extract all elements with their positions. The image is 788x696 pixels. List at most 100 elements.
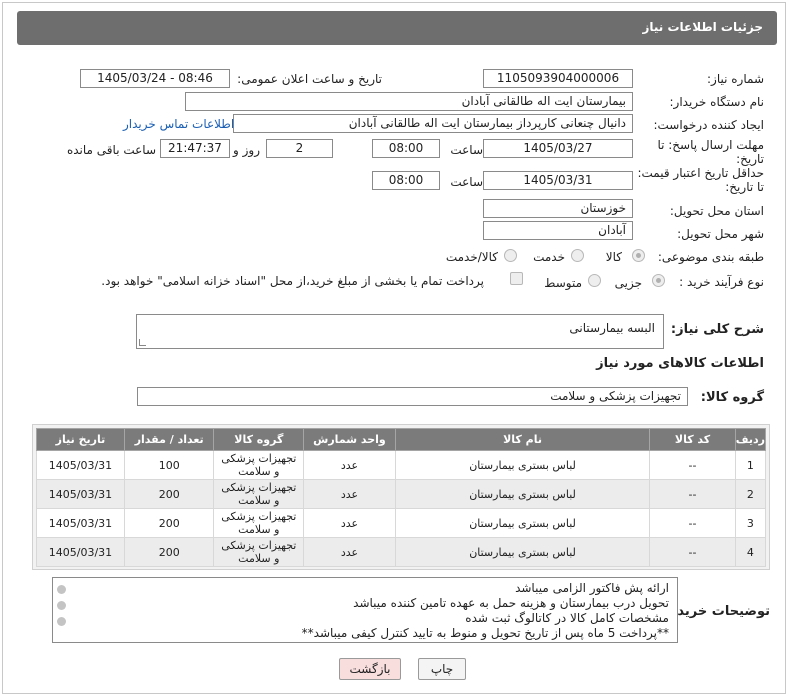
- process-radio-medium[interactable]: [588, 274, 601, 287]
- goods-info-title: اطلاعات کالاهای مورد نیاز: [596, 356, 764, 371]
- cell-goods-group: تجهیزات پزشکی و سلامت: [213, 508, 305, 538]
- deadline-time-label: ساعت: [450, 143, 483, 157]
- category-label: طبقه بندی موضوعی:: [657, 250, 764, 264]
- deadline-date-field[interactable]: 1405/03/27: [483, 139, 633, 158]
- category-radio-service[interactable]: [571, 249, 584, 262]
- city-field[interactable]: آبادان: [483, 221, 633, 240]
- deadline-time-field[interactable]: 08:00: [372, 139, 440, 158]
- category-radio-goods-service[interactable]: [504, 249, 517, 262]
- scroll-dot-icon: [57, 601, 66, 610]
- province-field[interactable]: خوزستان: [483, 199, 633, 218]
- validity-date-field[interactable]: 1405/03/31: [483, 171, 633, 190]
- description-label: شرح کلی نیاز:: [670, 322, 764, 337]
- process-label: نوع فرآیند خرید :: [679, 275, 764, 289]
- process-option-minor: جزیی: [614, 276, 642, 290]
- notes-line: مشخصات کامل کالا در کاتالوگ ثبت شده: [465, 611, 669, 625]
- cell-goods-name: لباس بستری بیمارستان: [394, 508, 651, 538]
- cell-goods-name: لباس بستری بیمارستان: [394, 479, 651, 509]
- col-header-goods-code: کد کالا: [649, 428, 736, 451]
- cell-goods-group: تجهیزات پزشکی و سلامت: [213, 450, 305, 480]
- days-label: روز و: [233, 143, 260, 157]
- print-button[interactable]: چاپ: [418, 658, 466, 680]
- title-bar: جزئیات اطلاعات نیاز: [17, 11, 777, 45]
- process-radio-minor[interactable]: [652, 274, 665, 287]
- days-remaining-field[interactable]: 2: [266, 139, 333, 158]
- col-header-need-date: تاریخ نیاز: [36, 428, 125, 451]
- cell-unit: عدد: [303, 450, 396, 480]
- remaining-time-field[interactable]: 21:47:37: [160, 139, 230, 158]
- cell-need-date: 1405/03/31: [36, 508, 125, 538]
- province-label: استان محل تحویل:: [669, 204, 764, 218]
- cell-goods-name: لباس بستری بیمارستان: [394, 450, 651, 480]
- notes-line: ارائه پش فاکتور الزامی میباشد: [515, 581, 669, 595]
- table-row[interactable]: 3 -- لباس بستری بیمارستان عدد تجهیزات پز…: [36, 508, 767, 538]
- announce-label: تاریخ و ساعت اعلان عمومی:: [237, 72, 382, 86]
- goods-group-field[interactable]: تجهیزات پزشکی و سلامت: [137, 387, 688, 406]
- cell-goods-code: --: [649, 450, 736, 480]
- cell-goods-code: --: [649, 479, 736, 509]
- validity-time-label: ساعت: [450, 175, 483, 189]
- category-option-goods-service: کالا/خدمت: [445, 250, 498, 264]
- treasury-payment-checkbox[interactable]: [510, 272, 523, 285]
- description-text: البسه بیمارستانی: [569, 321, 655, 335]
- table-header-row: ردیف کد کالا نام کالا واحد شمارش گروه کا…: [36, 428, 767, 451]
- scroll-dot-icon: [57, 617, 66, 626]
- announce-datetime-field[interactable]: 1405/03/24 - 08:46: [80, 69, 230, 88]
- deadline-label-date: تاریخ:: [736, 152, 764, 166]
- buyer-contact-link[interactable]: اطلاعات تماس خریدار: [123, 117, 234, 131]
- notes-scrollbar[interactable]: [56, 582, 68, 638]
- cell-row-number: 1: [734, 450, 767, 480]
- cell-need-date: 1405/03/31: [36, 479, 125, 509]
- creator-field[interactable]: دانیال چنعانی کارپرداز بیمارستان ایت اله…: [233, 114, 633, 133]
- validity-time-field[interactable]: 08:00: [372, 171, 440, 190]
- goods-table-container: ردیف کد کالا نام کالا واحد شمارش گروه کا…: [32, 424, 770, 570]
- buyer-org-label: نام دستگاه خریدار:: [669, 95, 765, 109]
- cell-goods-group: تجهیزات پزشکی و سلامت: [213, 537, 305, 567]
- notes-line: **پرداخت 5 ماه پس از تاریخ تحویل و منوط …: [301, 626, 669, 640]
- table-row[interactable]: 4 -- لباس بستری بیمارستان عدد تجهیزات پز…: [36, 537, 767, 567]
- goods-group-label: گروه کالا:: [700, 390, 764, 405]
- buyer-notes-textarea[interactable]: ارائه پش فاکتور الزامی میباشد تحویل درب …: [52, 577, 678, 643]
- need-number-field[interactable]: 1105093904000006: [483, 69, 633, 88]
- cell-row-number: 3: [734, 508, 767, 538]
- cell-goods-group: تجهیزات پزشکی و سلامت: [213, 479, 305, 509]
- creator-label: ایجاد کننده درخواست:: [653, 118, 764, 132]
- notes-line: تحویل درب بیمارستان و هزینه حمل به عهده …: [353, 596, 669, 610]
- cell-goods-name: لباس بستری بیمارستان: [394, 537, 651, 567]
- cell-goods-code: --: [649, 508, 736, 538]
- cell-quantity: 200: [123, 537, 215, 567]
- cell-quantity: 100: [123, 450, 215, 480]
- table-row[interactable]: 2 -- لباس بستری بیمارستان عدد تجهیزات پز…: [36, 479, 767, 509]
- cell-row-number: 4: [734, 537, 767, 567]
- cell-quantity: 200: [123, 508, 215, 538]
- back-button[interactable]: بازگشت: [339, 658, 401, 680]
- goods-table: ردیف کد کالا نام کالا واحد شمارش گروه کا…: [36, 428, 767, 567]
- category-option-service: خدمت: [533, 250, 565, 264]
- table-row[interactable]: 1 -- لباس بستری بیمارستان عدد تجهیزات پز…: [36, 450, 767, 480]
- cell-unit: عدد: [303, 508, 396, 538]
- col-header-row-number: ردیف: [734, 428, 767, 451]
- need-number-label: شماره نیاز:: [707, 72, 764, 86]
- cell-goods-code: --: [649, 537, 736, 567]
- col-header-goods-group: گروه کالا: [213, 428, 305, 451]
- col-header-goods-name: نام کالا: [394, 428, 651, 451]
- cell-unit: عدد: [303, 479, 396, 509]
- validity-label: حداقل تاریخ اعتبار قیمت:: [637, 166, 764, 180]
- validity-label-date: تا تاریخ:: [725, 180, 764, 194]
- cell-row-number: 2: [734, 479, 767, 509]
- cell-quantity: 200: [123, 479, 215, 509]
- scroll-dot-icon: [57, 585, 66, 594]
- category-option-goods: کالا: [605, 250, 622, 264]
- description-textarea[interactable]: البسه بیمارستانی: [136, 314, 664, 349]
- treasury-payment-note: پرداخت تمام یا بخشی از مبلغ خرید،از محل …: [101, 274, 484, 288]
- col-header-unit: واحد شمارش: [303, 428, 396, 451]
- remaining-label: ساعت باقی مانده: [66, 143, 156, 157]
- cell-need-date: 1405/03/31: [36, 450, 125, 480]
- category-radio-goods[interactable]: [632, 249, 645, 262]
- page-title: جزئیات اطلاعات نیاز: [642, 20, 763, 34]
- cell-unit: عدد: [303, 537, 396, 567]
- cell-need-date: 1405/03/31: [36, 537, 125, 567]
- col-header-quantity: تعداد / مقدار: [123, 428, 215, 451]
- deadline-label: مهلت ارسال پاسخ: تا: [657, 138, 764, 152]
- buyer-org-field[interactable]: بیمارستان ایت اله طالقانی آبادان: [185, 92, 633, 111]
